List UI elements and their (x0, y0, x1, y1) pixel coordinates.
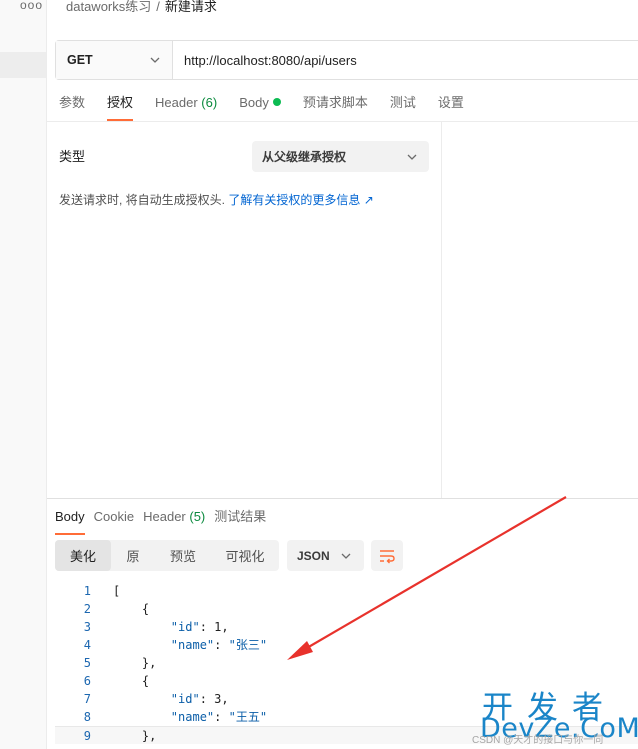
left-sidebar: ooo (0, 0, 47, 749)
tab-pre-request-script[interactable]: 预请求脚本 (303, 92, 368, 122)
watermark: 开发者 DevZe.CoM CSDN @天才的接口与你一同 (472, 680, 638, 749)
wrap-lines-icon (380, 549, 395, 563)
line-number: 7 (83, 692, 91, 706)
more-dots-icon[interactable]: ooo (20, 0, 43, 12)
response-header-count: (5) (189, 509, 206, 524)
view-visualize-button[interactable]: 可视化 (211, 540, 279, 571)
auth-type-label: 类型 (59, 149, 86, 164)
json-key: "id" (170, 692, 200, 706)
chevron-down-icon (407, 154, 417, 160)
breadcrumb-request[interactable]: 新建请求 (165, 0, 217, 14)
method-select[interactable]: GET (56, 41, 173, 79)
code-line: 3 "id": 1, (55, 618, 638, 636)
code-text: { (113, 674, 150, 688)
chevron-down-icon (341, 553, 351, 559)
tab-response-headers[interactable]: Header (5) (143, 506, 205, 536)
code-line: 4 "name": "张三" (55, 636, 638, 654)
line-number: 2 (83, 602, 91, 616)
tab-response-cookie[interactable]: Cookie (94, 506, 134, 536)
panel-divider[interactable] (441, 122, 442, 498)
url-bar: GET http://localhost:8080/api/users (55, 40, 638, 80)
top-bar: dataworks练习 / 新建请求 (47, 0, 638, 22)
tab-auth[interactable]: 授权 (107, 92, 134, 122)
auth-learn-more-link[interactable]: 了解有关授权的更多信息 ↗ (228, 193, 373, 207)
tab-settings[interactable]: 设置 (438, 92, 464, 122)
method-value: GET (67, 53, 93, 67)
code-text: "id": 1, (170, 620, 229, 634)
tab-headers[interactable]: Header (6) (155, 92, 217, 122)
breadcrumb-workspace[interactable]: dataworks练习 (66, 0, 151, 14)
divider (47, 121, 638, 122)
code-text: }, (113, 729, 157, 743)
request-tabs: 参数 授权 Header (6) Body 预请求脚本 测试 设置 (59, 92, 486, 122)
code-text: [ (113, 584, 121, 598)
auth-hint: 发送请求时, 将自动生成授权头. 了解有关授权的更多信息 ↗ (59, 191, 374, 208)
tab-tests[interactable]: 测试 (390, 92, 416, 122)
code-text: "name": "张三" (170, 638, 268, 652)
tab-test-results[interactable]: 测试结果 (214, 506, 266, 536)
breadcrumb: dataworks练习 / 新建请求 (66, 0, 217, 14)
code-line: 1 [ (55, 582, 638, 600)
line-number: 3 (83, 620, 91, 634)
line-number: 9 (83, 729, 91, 743)
code-line: 5 }, (55, 654, 638, 672)
tab-params[interactable]: 参数 (59, 92, 85, 122)
code-line: 2 { (55, 600, 638, 618)
code-text: { (113, 602, 150, 616)
line-number: 5 (83, 656, 91, 670)
breadcrumb-separator: / (156, 0, 160, 14)
body-indicator-dot (272, 98, 281, 106)
header-count-badge: (6) (201, 95, 218, 110)
auth-type-select[interactable]: 从父级继承授权 (252, 141, 429, 172)
sidebar-selected-item[interactable] (0, 52, 46, 78)
view-preview-button[interactable]: 预览 (155, 540, 211, 571)
auth-hint-text: 发送请求时, 将自动生成授权头. (59, 193, 226, 207)
format-value: JSON (297, 548, 330, 563)
line-number: 8 (83, 710, 91, 724)
response-tabs: Body Cookie Header (5) 测试结果 (55, 506, 266, 535)
line-number: 4 (83, 638, 91, 652)
auth-type-value: 从父级继承授权 (262, 150, 347, 164)
response-divider[interactable] (47, 498, 638, 499)
view-raw-button[interactable]: 原 (111, 540, 155, 571)
json-string: "张三" (228, 638, 268, 652)
watermark-credit: CSDN @天才的接口与你一同 (472, 735, 604, 746)
view-pretty-button[interactable]: 美化 (55, 540, 111, 571)
format-select[interactable]: JSON (287, 540, 364, 571)
url-input[interactable]: http://localhost:8080/api/users (173, 41, 357, 79)
code-text: "id": 3, (170, 692, 229, 706)
wrap-lines-button[interactable] (371, 540, 403, 571)
line-number: 1 (83, 584, 91, 598)
line-number: 6 (83, 674, 91, 688)
code-text: }, (113, 656, 157, 670)
code-text: "name": "王五" (170, 710, 268, 724)
view-mode-group: 美化 原 预览 可视化 (55, 540, 279, 571)
tab-body[interactable]: Body (239, 92, 281, 122)
chevron-down-icon (150, 57, 160, 63)
json-key: "id" (170, 620, 200, 634)
json-key: "name" (170, 710, 215, 724)
json-key: "name" (170, 638, 215, 652)
json-string: "王五" (228, 710, 268, 724)
tab-response-body[interactable]: Body (55, 506, 85, 536)
